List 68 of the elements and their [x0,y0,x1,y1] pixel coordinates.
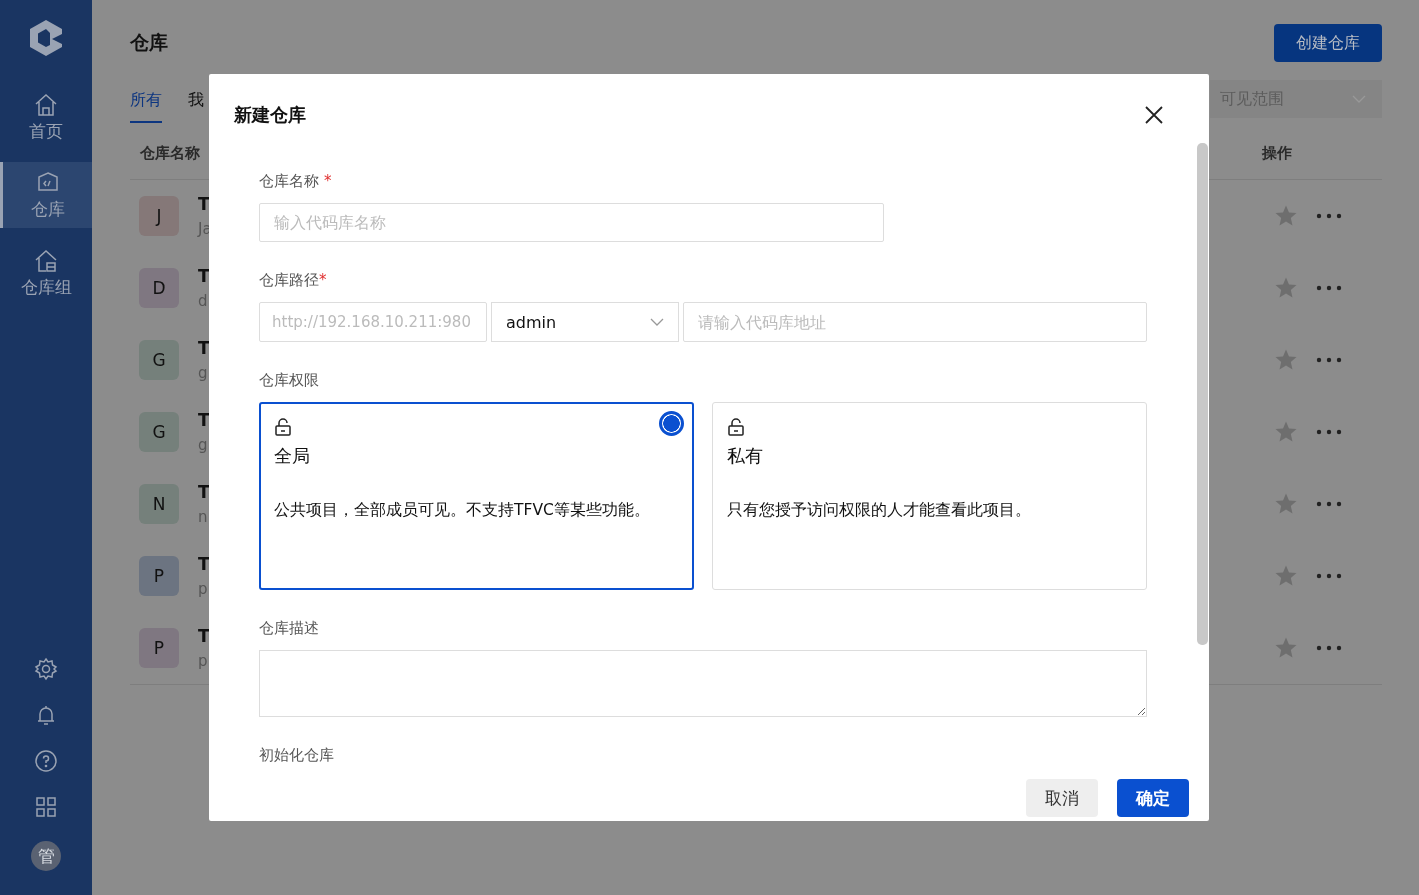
radio-checked[interactable] [659,411,684,436]
nav-item[interactable]: 仓库组 [0,240,92,306]
repo-name[interactable]: T [198,338,210,358]
star-icon[interactable] [1274,276,1298,300]
star-icon[interactable] [1274,492,1298,516]
path-input[interactable]: 请输入代码库地址 [683,302,1147,342]
field-label: 仓库路径 [259,270,319,290]
repo-avatar: G [139,340,179,380]
tab[interactable]: 所有 [130,90,162,123]
required-mark: * [324,171,332,191]
nav-item[interactable]: 首页 [0,84,92,150]
more-icon[interactable] [1316,573,1342,579]
permission-option[interactable]: 全局 公共项目，全部成员可见。不支持TFVC等某些功能。 [259,402,694,590]
url-prefix-field: http://192.168.10.211:980 [259,302,487,342]
page-title: 仓库 [130,30,168,55]
lock-icon [274,418,292,436]
user-avatar[interactable]: 管 [31,841,61,871]
star-icon[interactable] [1274,204,1298,228]
repo-name[interactable]: T [198,554,210,574]
field-label: 仓库名称 [259,171,319,191]
repo-avatar: N [139,484,179,524]
option-title: 私有 [727,444,764,468]
star-icon[interactable] [1274,636,1298,660]
help-icon[interactable] [34,749,58,773]
name-input[interactable]: 输入代码库名称 [259,203,884,242]
required-mark: * [319,270,327,290]
close-icon[interactable] [1144,104,1164,125]
option-description: 公共项目，全部成员可见。不支持TFVC等某些功能。 [274,500,651,521]
option-title: 全局 [274,444,311,468]
repo-name[interactable]: T [198,194,212,214]
confirm-button[interactable]: 确定 [1117,779,1189,817]
repo-name[interactable]: T [198,266,210,286]
permission-option[interactable]: 私有 只有您授予访问权限的人才能查看此项目。 [712,402,1147,590]
owner-select[interactable]: admin [491,302,679,342]
star-icon[interactable] [1274,348,1298,372]
house-icon [33,247,59,274]
more-icon[interactable] [1316,645,1342,651]
column-header: 操作 [1262,143,1292,163]
repo-avatar: D [139,268,179,308]
repo-avatar: P [139,556,179,596]
repo-avatar: P [139,628,179,668]
dialog-title: 新建仓库 [234,102,306,127]
create-button[interactable]: 创建仓库 [1274,24,1382,62]
star-icon[interactable] [1274,564,1298,588]
field-label: 仓库描述 [259,618,319,638]
lock-icon [727,418,745,436]
scrollbar[interactable] [1197,143,1208,645]
more-icon[interactable] [1316,501,1342,507]
option-description: 只有您授予访问权限的人才能查看此项目。 [727,500,1032,521]
repo-name[interactable]: T [198,410,210,430]
star-icon[interactable] [1274,420,1298,444]
repo-name[interactable]: T [198,482,210,502]
more-icon[interactable] [1316,429,1342,435]
settings-icon[interactable] [34,657,58,681]
repo-avatar: G [139,412,179,452]
column-header: 仓库名称 [140,143,200,163]
tab[interactable]: 我 [188,90,204,123]
more-icon[interactable] [1316,285,1342,291]
cancel-button[interactable]: 取消 [1026,779,1098,817]
field-label: 仓库权限 [259,370,319,390]
more-icon[interactable] [1316,213,1342,219]
home-icon [33,91,59,118]
nav-item[interactable]: 仓库 [0,162,92,228]
repo-avatar: J [139,196,179,236]
grid-icon[interactable] [34,795,58,819]
field-label: 初始化仓库 [259,745,334,765]
repo-name[interactable]: T [198,626,210,646]
more-icon[interactable] [1316,357,1342,363]
